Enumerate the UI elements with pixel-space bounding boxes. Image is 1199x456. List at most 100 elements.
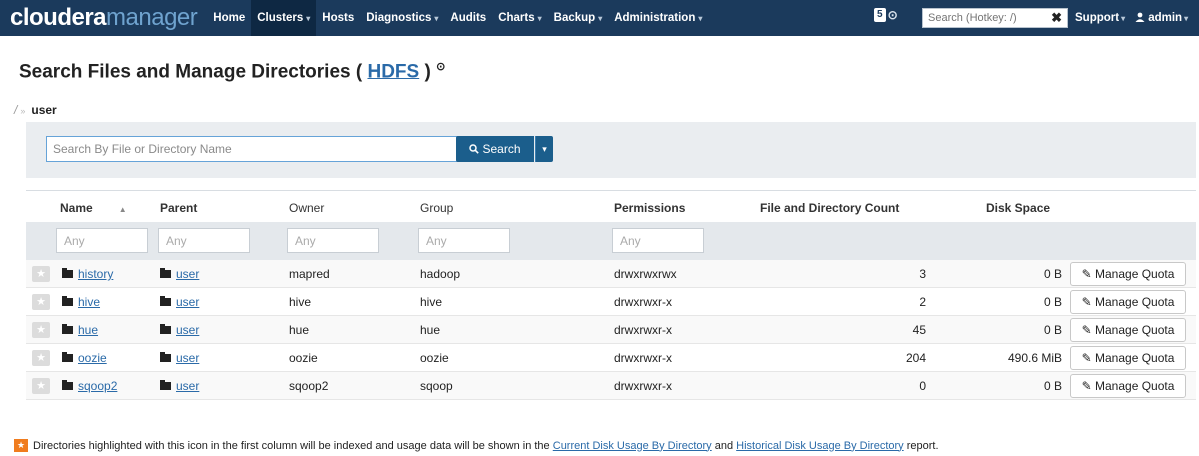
search-button[interactable]: Search [456, 136, 534, 162]
folder-icon [160, 380, 171, 390]
column-header-group[interactable]: Group [420, 201, 453, 215]
chevron-down-icon: ▾ [1184, 14, 1189, 23]
parent-cell: user [160, 323, 199, 337]
global-search-input[interactable] [923, 9, 1043, 27]
parent-link[interactable]: user [176, 295, 199, 309]
column-header-parent[interactable]: Parent [160, 201, 197, 215]
group-cell: oozie [420, 351, 449, 365]
directory-link[interactable]: hue [78, 323, 98, 337]
name-cell: hue [62, 323, 98, 337]
filter-group-input[interactable] [419, 229, 509, 252]
owner-cell: hive [289, 295, 312, 309]
manage-quota-label: Manage Quota [1095, 323, 1175, 337]
manage-quota-button[interactable]: ✎ Manage Quota [1070, 290, 1186, 314]
breadcrumb: /» user [14, 103, 57, 117]
search-button-label: Search [482, 142, 521, 156]
folder-icon [62, 324, 73, 334]
filter-parent [158, 228, 250, 253]
manage-quota-label: Manage Quota [1095, 295, 1175, 309]
indexed-star-icon: ★ [14, 439, 28, 452]
manage-quota-label: Manage Quota [1095, 351, 1175, 365]
folder-icon [62, 268, 73, 278]
index-star-icon[interactable]: ★ [32, 350, 50, 366]
cloudera-manager-logo[interactable]: clouderamanager [0, 4, 198, 32]
disk-space-cell: 0 B [1043, 323, 1062, 337]
table-filter-row [26, 222, 1196, 260]
breadcrumb-separator: » [20, 106, 26, 116]
index-star-icon[interactable]: ★ [32, 294, 50, 310]
nav-item-diagnostics[interactable]: Diagnostics ▾ [360, 0, 444, 36]
filter-permissions-input[interactable] [613, 229, 703, 252]
chevron-down-icon: ▾ [698, 14, 703, 23]
alerts-indicator[interactable]: 5 ⊙ [874, 8, 898, 22]
current-disk-usage-link[interactable]: Current Disk Usage By Directory [553, 440, 712, 452]
edit-icon: ✎ [1081, 323, 1092, 337]
table-body: ★ history user mapred hadoop drwxrwxrwx 3 0 B ✎ … [26, 260, 1196, 400]
table-row: ★ hue user hue hue drwxrwxr-x 45 0 B ✎ Manage Qu… [26, 316, 1196, 344]
user-icon [1135, 12, 1145, 22]
column-header-permissions[interactable]: Permissions [614, 201, 685, 215]
file-search-input[interactable] [47, 137, 473, 161]
filter-parent-input[interactable] [159, 229, 249, 252]
index-star-icon[interactable]: ★ [32, 266, 50, 282]
filter-owner-input[interactable] [288, 229, 378, 252]
parent-link[interactable]: user [176, 323, 199, 337]
directory-link[interactable]: sqoop2 [78, 379, 117, 393]
nav-item-charts[interactable]: Charts ▾ [492, 0, 547, 36]
nav-item-label: Clusters [257, 12, 304, 24]
nav-item-home[interactable]: Home [207, 0, 251, 36]
clear-search-icon[interactable]: ✖ [1051, 10, 1062, 26]
parent-link[interactable]: user [176, 267, 199, 281]
column-header-owner[interactable]: Owner [289, 201, 324, 215]
user-menu[interactable]: admin ▾ [1135, 0, 1188, 36]
help-icon[interactable]: ⊙ [436, 61, 445, 73]
directory-link[interactable]: hive [78, 295, 100, 309]
owner-cell: oozie [289, 351, 318, 365]
support-label: Support [1075, 12, 1120, 24]
parent-link[interactable]: user [176, 351, 199, 365]
chevron-down-icon: ▾ [434, 14, 439, 23]
name-cell: history [62, 267, 113, 281]
column-header-disk-space[interactable]: Disk Space [986, 201, 1050, 215]
parent-cell: user [160, 351, 199, 365]
support-menu[interactable]: Support ▾ [1075, 0, 1125, 36]
parent-link[interactable]: user [176, 379, 199, 393]
nav-item-label: Backup [553, 12, 596, 24]
page-title-text: Search Files and Manage Directories ( [19, 61, 363, 83]
folder-icon [160, 324, 171, 334]
table-row: ★ hive user hive hive drwxrwxr-x 2 0 B ✎ Manage … [26, 288, 1196, 316]
table-header-row: Name ▲ Parent Owner Group Permissions Fil… [26, 190, 1196, 222]
nav-item-backup[interactable]: Backup ▾ [548, 0, 609, 36]
nav-item-administration[interactable]: Administration ▾ [608, 0, 708, 36]
alert-count-badge: 5 [874, 8, 886, 22]
historical-disk-usage-link[interactable]: Historical Disk Usage By Directory [736, 440, 903, 452]
disk-space-cell: 0 B [1043, 379, 1062, 393]
directory-link[interactable]: history [78, 267, 113, 281]
nav-item-audits[interactable]: Audits [444, 0, 492, 36]
index-star-icon[interactable]: ★ [32, 378, 50, 394]
nav-item-hosts[interactable]: Hosts [316, 0, 360, 36]
table-row: ★ sqoop2 user sqoop2 sqoop drwxrwxr-x 0 0 B ✎ Ma… [26, 372, 1196, 400]
filter-group [418, 228, 510, 253]
chevron-down-icon: ▾ [537, 14, 542, 23]
manage-quota-button[interactable]: ✎ Manage Quota [1070, 346, 1186, 370]
manage-quota-button[interactable]: ✎ Manage Quota [1070, 318, 1186, 342]
breadcrumb-root-link[interactable]: / [14, 103, 17, 117]
index-star-icon[interactable]: ★ [32, 322, 50, 338]
nav-item-label: Hosts [322, 12, 355, 24]
edit-icon: ✎ [1081, 379, 1092, 393]
column-header-name[interactable]: Name ▲ [60, 201, 127, 215]
directory-link[interactable]: oozie [78, 351, 107, 365]
manage-quota-button[interactable]: ✎ Manage Quota [1070, 262, 1186, 286]
column-header-name-label: Name [60, 201, 93, 215]
main-menu: Home Clusters ▾ Hosts Diagnostics ▾ Audits Char… [207, 0, 708, 36]
logo-text-cloudera: cloudera [10, 4, 107, 31]
search-options-dropdown[interactable]: ▾ [535, 136, 553, 162]
permissions-cell: drwxrwxr-x [614, 379, 672, 393]
filter-name-input[interactable] [57, 229, 147, 252]
hdfs-service-link[interactable]: HDFS [367, 61, 419, 82]
column-header-count[interactable]: File and Directory Count [760, 201, 899, 215]
footnote-text: Directories highlighted with this icon i… [33, 439, 550, 452]
manage-quota-button[interactable]: ✎ Manage Quota [1070, 374, 1186, 398]
nav-item-clusters[interactable]: Clusters ▾ [251, 0, 317, 36]
